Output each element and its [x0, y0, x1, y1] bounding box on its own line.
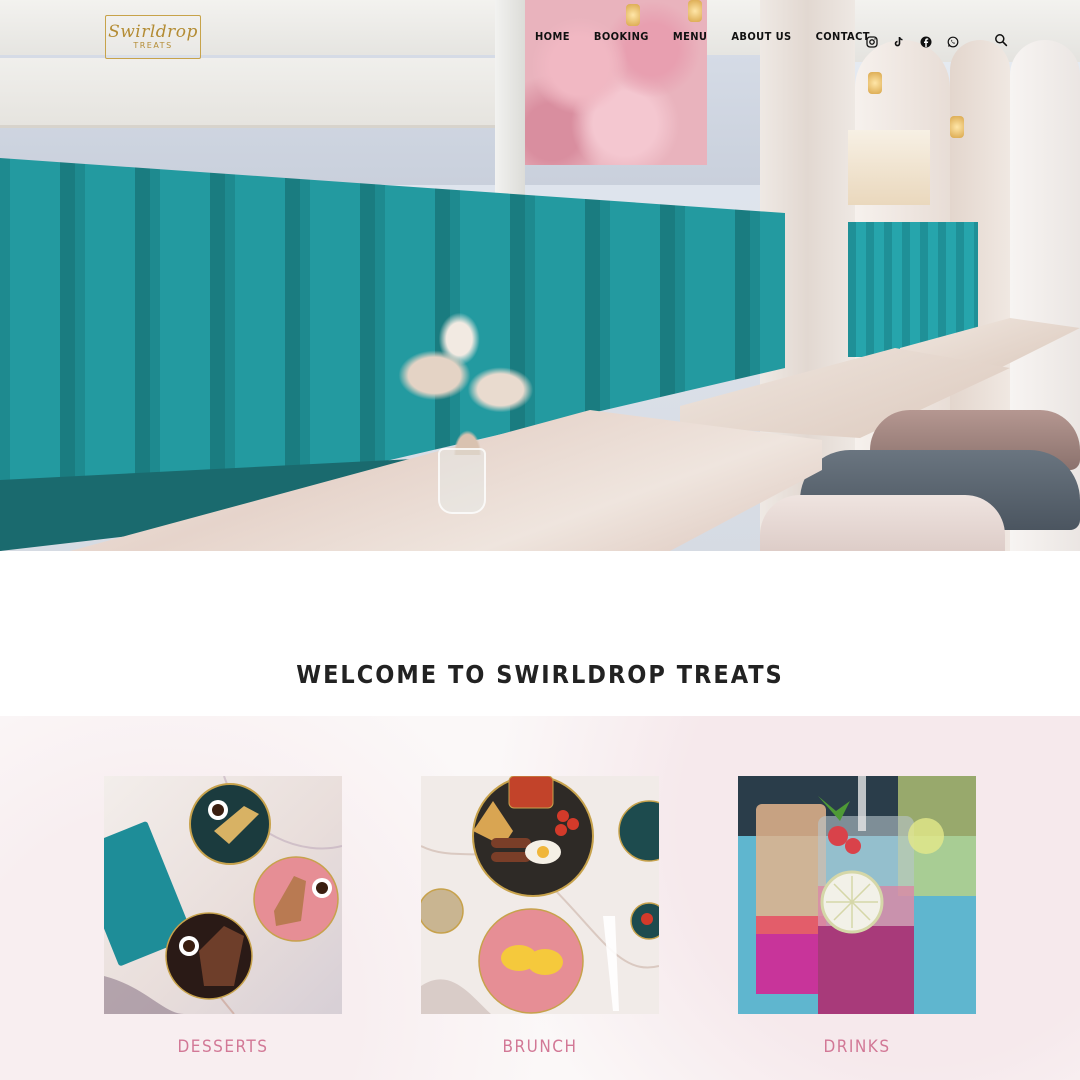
brunch-image [421, 776, 659, 1014]
nav-menu[interactable]: MENU [673, 30, 708, 43]
nav-home[interactable]: HOME [535, 30, 570, 43]
hero-image [0, 0, 1080, 551]
site-header: Swirldrop TREATS HOME BOOKING MENU ABOUT… [0, 0, 1080, 80]
dried-flowers [385, 310, 550, 455]
category-label-drinks[interactable]: DRINKS [738, 1037, 976, 1057]
welcome-heading: WELCOME TO SWIRLDROP TREATS [296, 660, 784, 689]
category-card-drinks[interactable] [738, 776, 976, 1014]
window [848, 130, 930, 205]
search-icon[interactable] [994, 32, 1008, 47]
logo-text: Swirldrop [108, 22, 198, 42]
category-label-brunch[interactable]: BRUNCH [421, 1037, 659, 1057]
category-card-desserts[interactable] [104, 776, 342, 1014]
social-links [866, 33, 959, 48]
nav-booking[interactable]: BOOKING [594, 30, 649, 43]
main-menu: HOME BOOKING MENU ABOUT US CONTACT [535, 30, 870, 43]
chair [760, 495, 1005, 551]
pendant-lamp [950, 116, 964, 138]
nav-contact[interactable]: CONTACT [816, 30, 870, 43]
desserts-image [104, 776, 342, 1014]
tiktok-icon[interactable] [893, 33, 905, 47]
logo[interactable]: Swirldrop TREATS [105, 15, 201, 59]
instagram-icon[interactable] [866, 33, 878, 48]
whatsapp-icon[interactable] [947, 33, 959, 48]
facebook-icon[interactable] [920, 33, 932, 48]
glass-vase [438, 448, 486, 514]
category-card-brunch[interactable] [421, 776, 659, 1014]
drinks-image [738, 776, 976, 1014]
logo-subtext: TREATS [133, 41, 173, 50]
nav-about-us[interactable]: ABOUT US [731, 30, 791, 43]
category-label-desserts[interactable]: DESSERTS [104, 1037, 342, 1057]
